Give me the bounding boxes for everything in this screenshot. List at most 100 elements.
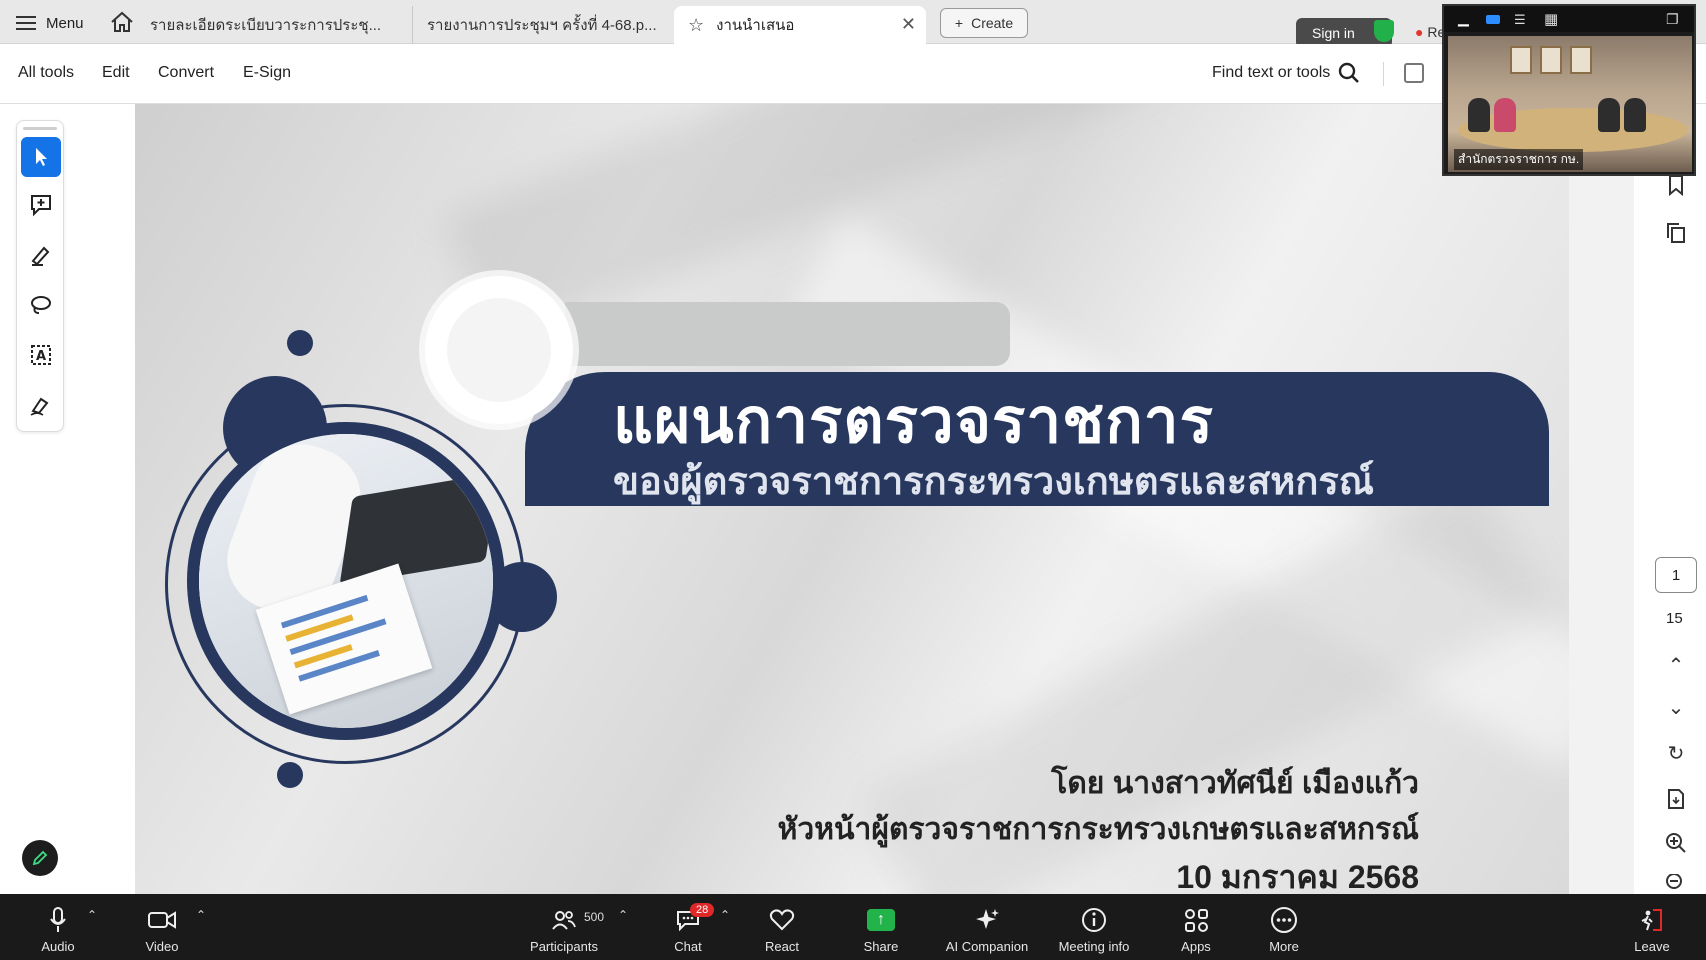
meeting-info-button[interactable]: Meeting info bbox=[1054, 894, 1134, 960]
copy-pages-icon[interactable] bbox=[1663, 220, 1689, 246]
audio-button[interactable]: Audio bbox=[34, 894, 82, 960]
react-button[interactable]: React bbox=[762, 894, 802, 960]
save-icon[interactable] bbox=[1404, 63, 1424, 83]
edit-menu[interactable]: Edit bbox=[102, 64, 130, 82]
rotate-icon[interactable]: ↻ bbox=[1663, 740, 1689, 766]
participants-button[interactable]: Participants bbox=[526, 894, 602, 960]
decorative-white-circle bbox=[425, 276, 573, 424]
attendee bbox=[1598, 98, 1620, 132]
share-button[interactable]: ↑ Share bbox=[860, 894, 902, 960]
chat-unread-badge: 28 bbox=[690, 903, 715, 917]
pencil-icon bbox=[32, 850, 48, 866]
recording-indicator: ● Re bbox=[1415, 24, 1446, 40]
tab-label: รายละเอียดระเบียบวาระการประชุ... bbox=[150, 17, 382, 34]
conference-table bbox=[1458, 108, 1688, 152]
video-button[interactable]: Video bbox=[136, 894, 188, 960]
ai-companion-label: AI Companion bbox=[945, 939, 1029, 954]
star-icon[interactable]: ☆ bbox=[688, 15, 704, 36]
app-window: Menu รายละเอียดระเบียบวาระการประชุ... รา… bbox=[0, 0, 1706, 960]
zoom-out-icon[interactable] bbox=[1663, 874, 1689, 892]
menu-button[interactable]: Menu bbox=[16, 10, 84, 36]
attendee bbox=[1494, 98, 1516, 132]
sparkle-icon bbox=[972, 905, 1002, 935]
decorative-grey-bar bbox=[565, 302, 1010, 366]
apps-icon bbox=[1181, 905, 1211, 935]
select-tool-button[interactable] bbox=[21, 137, 61, 177]
participants-options-caret[interactable]: ⌃ bbox=[618, 908, 628, 922]
convert-menu[interactable]: Convert bbox=[158, 64, 214, 82]
react-label: React bbox=[765, 939, 799, 954]
share-screen-icon: ↑ bbox=[866, 905, 896, 935]
tab-label: งานนำเสนอ bbox=[716, 17, 795, 34]
leave-icon bbox=[1637, 905, 1667, 935]
participants-icon bbox=[549, 905, 579, 935]
decorative-dot bbox=[277, 762, 303, 788]
meeting-control-bar: Audio ⌃ Video ⌃ Participants 500 ⌃ Chat … bbox=[0, 894, 1706, 960]
svg-text:A: A bbox=[36, 349, 46, 364]
audio-options-caret[interactable]: ⌃ bbox=[87, 908, 97, 922]
microphone-icon bbox=[43, 905, 73, 935]
page-up-icon[interactable]: ⌃ bbox=[1663, 652, 1689, 678]
search-icon[interactable] bbox=[1338, 62, 1360, 84]
decorative-dot bbox=[287, 330, 313, 356]
export-pdf-icon[interactable] bbox=[1663, 786, 1689, 812]
cursor-icon bbox=[36, 148, 47, 166]
create-button[interactable]: + Create bbox=[940, 8, 1028, 38]
lasso-icon bbox=[31, 296, 51, 314]
sign-button[interactable] bbox=[21, 385, 61, 425]
video-name-label: สำนักตรวจราชการ กษ. bbox=[1454, 149, 1584, 170]
esign-menu[interactable]: E-Sign bbox=[243, 64, 291, 82]
gallery-view-icon[interactable]: ▦ bbox=[1544, 10, 1558, 28]
apps-button[interactable]: Apps bbox=[1178, 894, 1214, 960]
tab-label: รายงานการประชุมฯ ครั้งที่ 4-68.p... bbox=[427, 17, 657, 34]
video-label: Video bbox=[145, 939, 179, 954]
hamburger-icon bbox=[16, 16, 36, 30]
stacked-view-icon[interactable]: ☰ bbox=[1514, 12, 1526, 28]
pen-sign-icon bbox=[30, 397, 49, 416]
more-icon bbox=[1269, 905, 1299, 935]
tab-meeting-report[interactable]: รายงานการประชุมฯ ครั้งที่ 4-68.p... bbox=[412, 6, 672, 44]
ai-companion-button[interactable]: AI Companion bbox=[944, 894, 1030, 960]
draw-button[interactable] bbox=[21, 285, 61, 325]
home-icon[interactable] bbox=[110, 11, 134, 33]
chat-label: Chat bbox=[674, 939, 702, 954]
shield-icon bbox=[1374, 20, 1394, 42]
more-button[interactable]: More bbox=[1266, 894, 1302, 960]
edit-pen-fab[interactable] bbox=[22, 840, 58, 876]
leave-button[interactable]: Leave bbox=[1632, 894, 1672, 960]
text-box-icon: A bbox=[31, 345, 51, 365]
presenter-name: โดย นางสาวทัศนีย์ เมืองแก้ว bbox=[1051, 767, 1419, 800]
wall-portrait bbox=[1540, 46, 1562, 74]
text-box-button[interactable]: A bbox=[21, 335, 61, 375]
tab-agenda[interactable]: รายละเอียดระเบียบวาระการประชุ... bbox=[150, 6, 410, 44]
find-text-or-tools[interactable]: Find text or tools bbox=[1212, 64, 1330, 82]
page-number-input[interactable]: 1 bbox=[1655, 557, 1697, 593]
toolbar-divider bbox=[1383, 62, 1384, 86]
video-options-caret[interactable]: ⌃ bbox=[196, 908, 206, 922]
chat-options-caret[interactable]: ⌃ bbox=[720, 908, 730, 922]
wall-portrait bbox=[1510, 46, 1532, 74]
participants-label: Participants bbox=[530, 939, 598, 954]
apps-label: Apps bbox=[1181, 939, 1211, 954]
minimize-icon[interactable]: ▁ bbox=[1458, 10, 1469, 27]
presenter-position: หัวหน้าผู้ตรวจราชการกระทรวงเกษตรและสหกรณ… bbox=[777, 813, 1419, 846]
page-down-icon[interactable]: ⌄ bbox=[1663, 694, 1689, 720]
close-tab-icon[interactable]: ✕ bbox=[901, 14, 916, 35]
participant-video-thumbnail[interactable]: ▁ ☰ ▦ ❐ สำนักตรวจราชการ กษ. bbox=[1442, 4, 1696, 176]
highlight-button[interactable] bbox=[21, 235, 61, 275]
quick-tools-rail: A bbox=[16, 120, 64, 432]
info-icon bbox=[1079, 905, 1109, 935]
speaker-view-icon[interactable] bbox=[1486, 15, 1500, 24]
heart-icon bbox=[767, 905, 797, 935]
all-tools-menu[interactable]: All tools bbox=[18, 64, 74, 82]
tab-presentation[interactable]: ☆ งานนำเสนอ ✕ bbox=[674, 6, 926, 44]
video-camera-icon bbox=[147, 905, 177, 935]
zoom-in-icon[interactable] bbox=[1663, 830, 1689, 856]
meeting-room-video: สำนักตรวจราชการ กษ. bbox=[1448, 36, 1692, 172]
share-label: Share bbox=[863, 939, 899, 954]
rail-grip[interactable] bbox=[23, 127, 57, 130]
plus-icon: + bbox=[954, 15, 964, 31]
exit-fullscreen-icon[interactable]: ❐ bbox=[1666, 11, 1679, 28]
add-comment-button[interactable] bbox=[21, 185, 61, 225]
menu-label: Menu bbox=[46, 14, 84, 32]
